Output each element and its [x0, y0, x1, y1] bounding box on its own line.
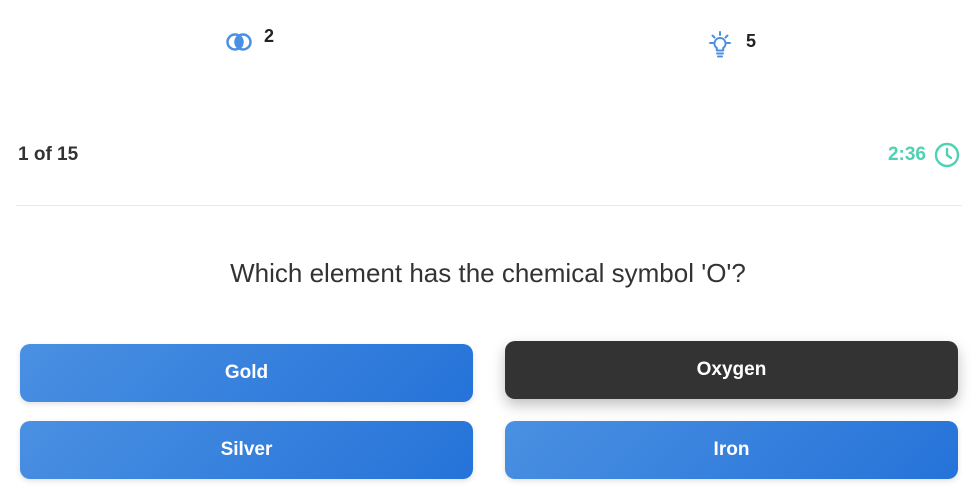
hint-lifeline[interactable]: 5	[706, 30, 756, 60]
fifty-fifty-icon	[226, 31, 252, 51]
timer: 2:36	[888, 142, 960, 168]
lifelines-bar: 2 5	[0, 0, 976, 80]
answer-button-gold[interactable]: Gold	[20, 344, 473, 402]
lightbulb-icon	[706, 30, 734, 60]
quiz-page: 2 5 1 of 15 2:36 Which element has the c…	[0, 0, 976, 503]
hint-count: 5	[746, 30, 757, 51]
question-text: Which element has the chemical symbol 'O…	[230, 258, 746, 288]
fifty-fifty-lifeline[interactable]: 2	[226, 26, 274, 51]
timer-value: 2:36	[887, 144, 926, 165]
progress-row: 1 of 15 2:36	[18, 140, 960, 170]
answer-button-silver[interactable]: Silver	[20, 421, 473, 479]
answer-button-iron[interactable]: Iron	[505, 421, 958, 479]
divider	[16, 205, 962, 206]
question-counter: 1 of 15	[18, 144, 79, 165]
clock-icon	[934, 142, 960, 168]
answer-button-oxygen[interactable]: Oxygen	[505, 341, 958, 399]
fifty-fifty-count: 2	[264, 26, 275, 46]
